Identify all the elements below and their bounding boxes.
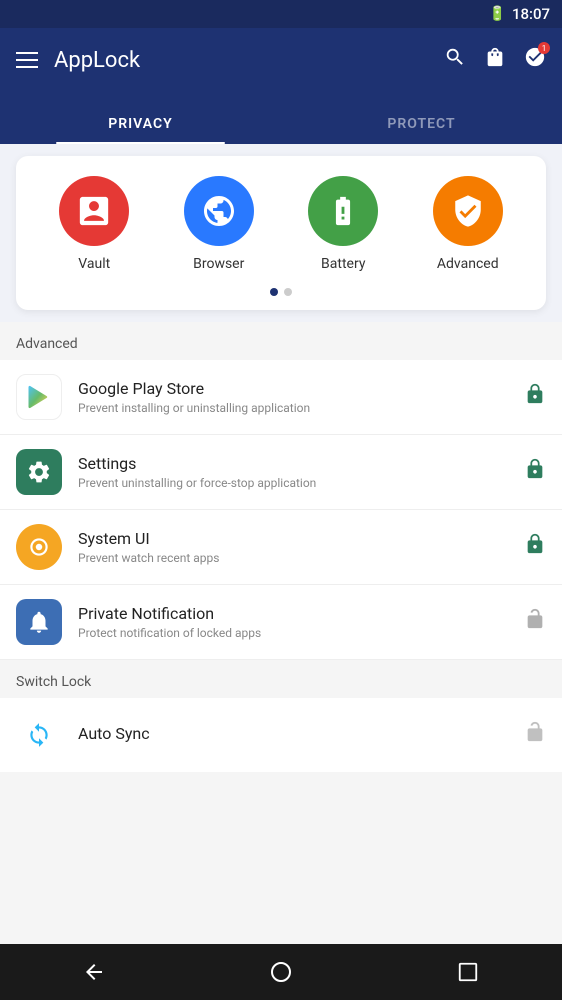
vault-label: Vault — [78, 256, 110, 272]
dot-1[interactable] — [270, 288, 278, 296]
dot-2[interactable] — [284, 288, 292, 296]
notification-badge: 1 — [538, 42, 550, 54]
auto-sync-lock-icon[interactable] — [524, 721, 546, 749]
app-title: AppLock — [54, 48, 140, 73]
status-bar: 🔋 18:07 — [0, 0, 562, 28]
google-play-icon — [16, 374, 62, 420]
tabs: PRIVACY PROTECT — [0, 92, 562, 144]
tab-underline — [56, 142, 225, 144]
google-play-info: Google Play Store Prevent installing or … — [78, 379, 508, 415]
system-ui-icon — [16, 524, 62, 570]
auto-sync-name: Auto Sync — [78, 724, 508, 743]
list-item[interactable]: System UI Prevent watch recent apps — [0, 510, 562, 585]
list-item[interactable]: Google Play Store Prevent installing or … — [0, 360, 562, 435]
advanced-app-list: Google Play Store Prevent installing or … — [0, 360, 562, 660]
battery-icon: 🔋 — [489, 6, 506, 22]
browser-icon — [184, 176, 254, 246]
settings-lock-icon[interactable] — [524, 458, 546, 486]
menu-button[interactable] — [16, 52, 38, 68]
tab-privacy[interactable]: PRIVACY — [0, 116, 281, 144]
feature-section: Vault Browser Battery — [0, 144, 562, 322]
back-button[interactable] — [69, 947, 119, 997]
list-item[interactable]: Settings Prevent uninstalling or force-s… — [0, 435, 562, 510]
notification-icon[interactable]: 1 — [524, 46, 546, 74]
google-play-name: Google Play Store — [78, 379, 508, 398]
tab-protect[interactable]: PROTECT — [281, 116, 562, 144]
system-ui-lock-icon[interactable] — [524, 533, 546, 561]
feature-vault[interactable]: Vault — [59, 176, 129, 272]
auto-sync-icon — [16, 712, 62, 758]
list-item[interactable]: Private Notification Protect notificatio… — [0, 585, 562, 660]
advanced-icon — [433, 176, 503, 246]
google-play-desc: Prevent installing or uninstalling appli… — [78, 401, 508, 415]
shopping-icon[interactable] — [484, 46, 506, 74]
private-notification-lock-icon[interactable] — [524, 608, 546, 636]
switch-lock-label: Switch Lock — [0, 660, 562, 698]
carousel-dots — [32, 288, 530, 296]
browser-label: Browser — [193, 256, 244, 272]
system-ui-name: System UI — [78, 529, 508, 548]
vault-icon — [59, 176, 129, 246]
feature-browser[interactable]: Browser — [184, 176, 254, 272]
battery-label: Battery — [321, 256, 365, 272]
home-button[interactable] — [256, 947, 306, 997]
auto-sync-info: Auto Sync — [78, 724, 508, 746]
settings-info: Settings Prevent uninstalling or force-s… — [78, 454, 508, 490]
private-notification-desc: Protect notification of locked apps — [78, 626, 508, 640]
feature-icons-row: Vault Browser Battery — [32, 176, 530, 272]
system-ui-info: System UI Prevent watch recent apps — [78, 529, 508, 565]
search-icon[interactable] — [444, 46, 466, 74]
list-item[interactable]: Auto Sync — [0, 698, 562, 772]
settings-app-icon — [16, 449, 62, 495]
recents-button[interactable] — [443, 947, 493, 997]
header-right: 1 — [444, 46, 546, 74]
settings-name: Settings — [78, 454, 508, 473]
private-notification-name: Private Notification — [78, 604, 508, 623]
battery-feature-icon — [308, 176, 378, 246]
header: AppLock 1 — [0, 28, 562, 92]
system-ui-desc: Prevent watch recent apps — [78, 551, 508, 565]
feature-advanced[interactable]: Advanced — [433, 176, 503, 272]
feature-battery[interactable]: Battery — [308, 176, 378, 272]
feature-card: Vault Browser Battery — [16, 156, 546, 310]
tab-protect-label: PROTECT — [387, 116, 455, 132]
tab-privacy-label: PRIVACY — [108, 116, 172, 132]
private-notification-info: Private Notification Protect notificatio… — [78, 604, 508, 640]
advanced-feature-label: Advanced — [437, 256, 499, 272]
time: 18:07 — [512, 5, 550, 23]
nav-bar — [0, 944, 562, 1000]
advanced-section-label: Advanced — [0, 322, 562, 360]
google-play-lock-icon[interactable] — [524, 383, 546, 411]
header-left: AppLock — [16, 48, 140, 73]
settings-desc: Prevent uninstalling or force-stop appli… — [78, 476, 508, 490]
notification-app-icon — [16, 599, 62, 645]
